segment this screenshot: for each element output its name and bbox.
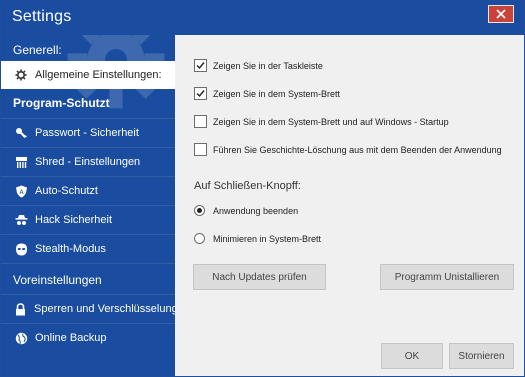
cancel-button[interactable]: Stornieren [449, 343, 514, 369]
checkbox-box[interactable] [194, 59, 207, 72]
checkbox-box[interactable] [194, 143, 207, 156]
sidebar-item-label: Shred - Einstellungen [35, 156, 141, 168]
radio-label: Minimieren in System-Brett [213, 233, 322, 244]
content-panel: Zeigen Sie in der Taskleiste Zeigen Sie … [175, 35, 524, 376]
checkbox-label: Zeigen Sie in dem System-Brett und auf W… [213, 116, 449, 127]
radio-exit-application[interactable]: Anwendung beenden [194, 205, 298, 216]
check-updates-button[interactable]: Nach Updates prüfen [193, 264, 326, 290]
mask-icon [14, 242, 28, 256]
radio-minimize-systray[interactable]: Minimieren in System-Brett [194, 233, 321, 244]
sidebar-item-auto-protection[interactable]: A Auto-Schutzt [1, 176, 175, 205]
radio-label: Anwendung beenden [213, 205, 299, 216]
sidebar-item-hack-security[interactable]: Hack Sicherheit [1, 205, 175, 234]
sidebar-item-shred-settings[interactable]: Shred - Einstellungen [1, 147, 175, 176]
close-button-behavior-label: Auf Schließen-Knopff: [194, 180, 301, 192]
checkbox-systray-startup[interactable]: Zeigen Sie in dem System-Brett und auf W… [194, 115, 449, 128]
globe-icon [14, 331, 28, 345]
sidebar-item-label: Hack Sicherheit [35, 214, 113, 226]
gear-icon [14, 68, 28, 82]
checkbox-show-taskbar[interactable]: Zeigen Sie in der Taskleiste [194, 59, 323, 72]
section-presets: Voreinstellungen [13, 273, 102, 287]
sidebar-item-stealth-mode[interactable]: Stealth-Modus [1, 234, 175, 263]
sidebar-item-online-backup[interactable]: Online Backup [1, 323, 175, 352]
sidebar-item-lock-encryption[interactable]: Sperren und Verschlüsselung [1, 294, 175, 323]
lock-icon [14, 302, 27, 316]
close-icon [496, 9, 506, 19]
uninstall-button[interactable]: Programm Unistallieren [380, 264, 514, 290]
sidebar-item-label: Sperren und Verschlüsselung [34, 303, 175, 315]
radio-button[interactable] [194, 205, 205, 216]
sidebar-item-label: Allgemeine Einstellungen: [35, 69, 162, 81]
checkbox-show-systray[interactable]: Zeigen Sie in dem System-Brett [194, 87, 340, 100]
key-icon [14, 126, 28, 140]
sidebar-item-label: Auto-Schutzt [35, 185, 98, 197]
checkbox-label: Zeigen Sie in dem System-Brett [213, 88, 341, 99]
spy-icon [14, 213, 28, 227]
section-general: Generell: [13, 43, 62, 57]
checkbox-history-delete[interactable]: Führen Sie Geschichte-Löschung aus mit d… [194, 143, 502, 156]
sidebar-item-label: Passwort - Sicherheit [35, 127, 139, 139]
sidebar-item-label: Stealth-Modus [35, 243, 106, 255]
section-program-protection: Program-Schutzt [13, 96, 110, 110]
title-bar: Settings [1, 1, 524, 35]
sidebar: Generell: Allgemeine Einstellungen: Prog… [1, 35, 175, 376]
shield-icon: A [14, 184, 28, 198]
checkbox-box[interactable] [194, 115, 207, 128]
sidebar-item-label: Online Backup [35, 332, 107, 344]
ok-button[interactable]: OK [381, 343, 443, 369]
shredder-icon [14, 155, 28, 169]
checkbox-box[interactable] [194, 87, 207, 100]
settings-window: Settings Generell: Allgemeine Einstellun… [0, 0, 525, 377]
checkbox-label: Zeigen Sie in der Taskleiste [213, 60, 323, 71]
close-button[interactable] [488, 5, 514, 23]
checkbox-label: Führen Sie Geschichte-Löschung aus mit d… [213, 144, 502, 155]
divider [1, 263, 175, 264]
radio-button[interactable] [194, 233, 205, 244]
sidebar-item-password-security[interactable]: Passwort - Sicherheit [1, 118, 175, 147]
window-title: Settings [12, 8, 72, 25]
sidebar-item-general-settings[interactable]: Allgemeine Einstellungen: [1, 61, 175, 89]
